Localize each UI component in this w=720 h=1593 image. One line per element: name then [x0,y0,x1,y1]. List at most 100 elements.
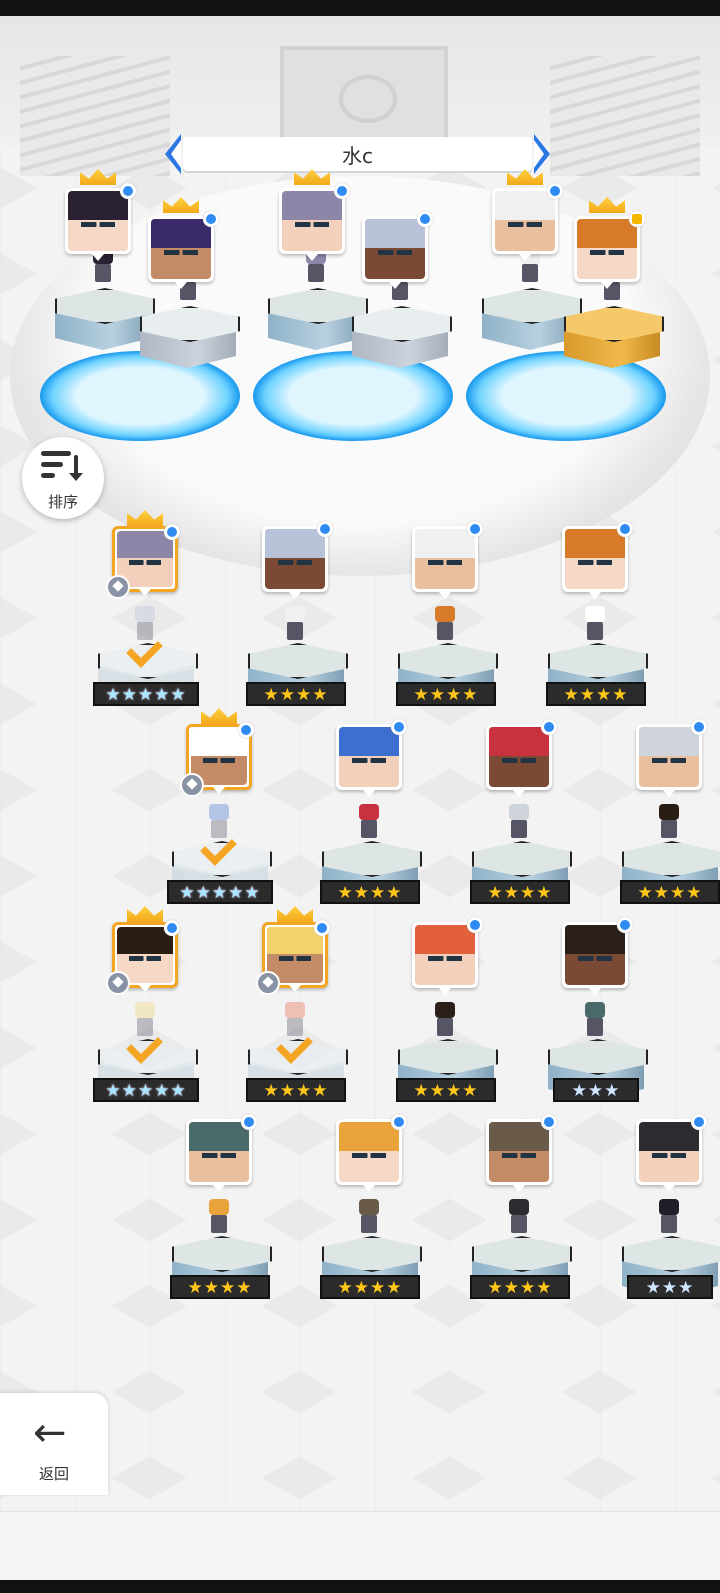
footer-bar [0,1511,720,1580]
element-badge-icon [547,183,563,199]
element-badge-icon [317,521,333,537]
sprite-body [661,820,677,838]
hero-portrait[interactable] [106,906,180,995]
hero-face [639,1122,699,1182]
element-badge-icon [203,211,219,227]
hero-portrait[interactable] [486,719,557,797]
hero-portrait[interactable] [279,169,350,261]
hero-face [565,925,625,985]
sprite-head [135,1002,155,1018]
hero-face [151,219,211,279]
element-badge-icon [617,917,633,933]
team-name-banner[interactable]: 水c [165,134,550,174]
hero-face [265,529,325,589]
hero-portrait[interactable] [362,211,433,289]
hero-portrait[interactable] [574,197,645,289]
sprite-body [361,1215,377,1233]
sort-button[interactable]: 排序 [22,437,104,519]
back-button[interactable]: ← 返回 [0,1393,108,1495]
element-badge-icon [314,920,330,936]
sprite-body [437,622,453,640]
previous-team-arrow-icon[interactable] [165,134,181,174]
element-badge-icon [238,722,254,738]
hero-eyes [428,956,462,961]
sprite-body [522,264,538,282]
hero-eyes [352,1153,386,1158]
hero-sprite [505,1199,533,1235]
sort-label: 排序 [47,493,78,511]
sprite-head [585,606,605,622]
hero-portrait[interactable] [636,719,707,797]
element-badge-icon [541,1114,557,1130]
hero-hair [189,1122,249,1151]
star-rating: ★★★ [553,1078,639,1102]
hero-portrait[interactable] [65,169,136,261]
element-badge-icon [391,1114,407,1130]
sprite-head [435,1002,455,1018]
sprite-body [587,622,603,640]
element-badge-icon [691,1114,707,1130]
star-rating: ★★★★ [170,1275,270,1299]
hero-portrait[interactable] [106,510,180,599]
hero-portrait[interactable] [180,708,254,797]
hero-eyes [295,222,329,227]
hero-portrait[interactable] [412,521,483,599]
hero-hair [339,1122,399,1151]
hero-eyes [378,250,412,255]
hero-face [282,191,342,251]
sprite-head [135,606,155,622]
hero-portrait[interactable] [262,521,333,599]
hero-portrait[interactable] [562,521,633,599]
hero-sprite [581,1002,609,1038]
hero-portrait[interactable] [562,917,633,995]
hero-portrait[interactable] [636,1114,707,1192]
hero-portrait[interactable] [336,1114,407,1192]
hero-eyes [590,250,624,255]
sprite-body [437,1018,453,1036]
hero-portrait[interactable] [486,1114,557,1192]
sort-descending-icon [41,451,85,485]
hero-eyes [278,560,312,565]
sprite-head [585,1002,605,1018]
star-rating: ★★★★★ [93,682,199,706]
game-scene: 水c ★★★★★ ★★★★ ★★★★ ★★★★ ★★★★★ ★★★★ ★★★★ ★★★★ ★★★… [0,16,720,1580]
right-stairs [550,56,700,176]
hero-eyes [129,956,161,961]
hero-portrait[interactable] [412,917,483,995]
hero-face [489,727,549,787]
hero-hair [415,529,475,558]
temple-backdrop [0,16,720,176]
hero-portrait[interactable] [186,1114,257,1192]
star-rating: ★★★★ [620,880,720,904]
hero-face [415,529,475,589]
hero-portrait[interactable] [256,906,330,995]
sprite-head [509,804,529,820]
element-badge-icon [334,183,350,199]
hero-eyes [129,560,161,565]
star-rating: ★★★★ [470,1275,570,1299]
hero-hair [339,727,399,756]
hero-portrait[interactable] [148,197,219,289]
selected-check-icon [200,832,240,858]
next-team-arrow-icon[interactable] [534,134,550,174]
sprite-head [659,1199,679,1215]
hero-hair [565,925,625,954]
awakening-cube-icon [180,773,204,797]
star-rating: ★★★★ [470,880,570,904]
hero-eyes [202,1153,236,1158]
selected-check-icon [276,1030,316,1056]
hero-face [639,727,699,787]
element-badge-icon [541,719,557,735]
hero-portrait[interactable] [336,719,407,797]
element-badge-icon [417,211,433,227]
star-rating: ★★★★★ [167,880,273,904]
star-rating: ★★★★ [246,1078,346,1102]
element-badge-icon [164,524,180,540]
hero-eyes [203,758,235,763]
hero-face [68,191,128,251]
sprite-body [511,820,527,838]
crown-icon [589,197,625,213]
hero-portrait[interactable] [492,169,563,261]
sprite-head [659,804,679,820]
hero-hair [365,219,425,248]
